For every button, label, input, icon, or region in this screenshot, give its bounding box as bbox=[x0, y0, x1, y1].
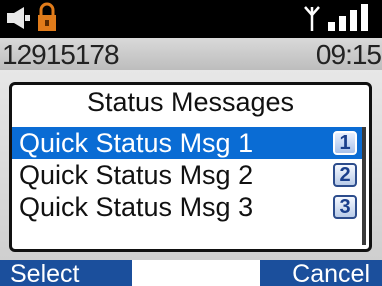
scrollbar[interactable] bbox=[362, 127, 366, 245]
list-item[interactable]: Quick Status Msg 1 1 bbox=[12, 127, 364, 159]
select-softkey[interactable]: Select bbox=[0, 260, 132, 286]
softkey-bar: Select Cancel bbox=[0, 260, 382, 286]
status-message-list: Quick Status Msg 1 1 Quick Status Msg 2 … bbox=[12, 127, 369, 223]
status-messages-dialog: Status Messages Quick Status Msg 1 1 Qui… bbox=[9, 82, 372, 252]
list-item[interactable]: Quick Status Msg 2 2 bbox=[12, 159, 364, 191]
info-row: 12915178 09:15 bbox=[0, 38, 382, 70]
key-3-icon: 3 bbox=[333, 195, 357, 219]
signal-strength-icon bbox=[328, 4, 368, 31]
antenna-icon bbox=[304, 6, 320, 31]
main-area: Status Messages Quick Status Msg 1 1 Qui… bbox=[0, 70, 382, 260]
radio-id: 12915178 bbox=[2, 39, 120, 70]
list-item-label: Quick Status Msg 1 bbox=[19, 128, 254, 158]
clock: 09:15 bbox=[315, 39, 382, 70]
list-item-label: Quick Status Msg 2 bbox=[19, 160, 254, 190]
dialog-title: Status Messages bbox=[86, 87, 295, 117]
list-item-label: Quick Status Msg 3 bbox=[19, 192, 254, 222]
middle-softkey[interactable] bbox=[132, 260, 260, 286]
lock-icon bbox=[38, 2, 56, 31]
list-item[interactable]: Quick Status Msg 3 3 bbox=[12, 191, 364, 223]
speaker-icon bbox=[7, 7, 30, 29]
key-1-icon: 1 bbox=[333, 131, 357, 155]
top-status-bar bbox=[0, 0, 382, 38]
key-2-icon: 2 bbox=[333, 163, 357, 187]
cancel-softkey[interactable]: Cancel bbox=[260, 260, 382, 286]
